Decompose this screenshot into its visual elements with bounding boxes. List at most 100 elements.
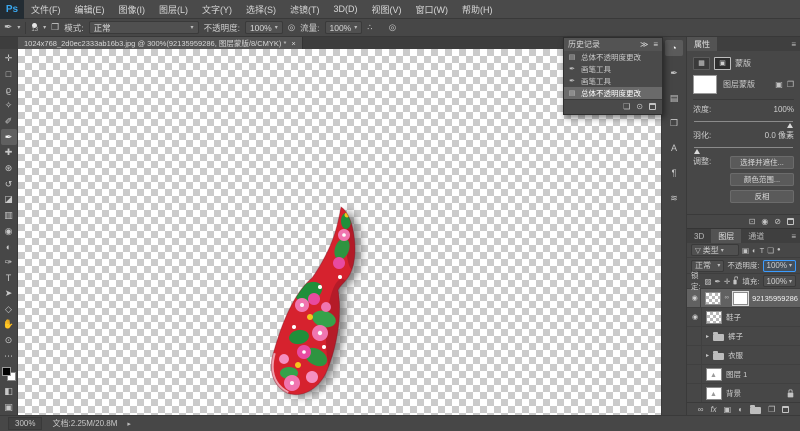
quick-mask-button[interactable]: ◧ <box>1 384 17 400</box>
new-layer-icon[interactable]: ❐ <box>768 405 775 414</box>
layer-row[interactable]: ◉ 鞋子 <box>687 308 800 327</box>
lock-transparent-pixels-icon[interactable]: ▨ <box>704 277 711 286</box>
new-snapshot-icon[interactable]: ⊙ <box>636 102 643 111</box>
layer-thumbnail[interactable] <box>705 292 720 305</box>
brush-settings-panel-icon[interactable]: ✒ <box>665 65 683 81</box>
feather-slider[interactable] <box>694 147 793 148</box>
tab-channels[interactable]: 通道 <box>741 229 771 243</box>
menu-select[interactable]: 选择(S) <box>239 3 283 16</box>
gradient-tool[interactable]: ▥ <box>1 208 17 224</box>
tab-properties[interactable]: 属性 <box>687 37 717 51</box>
brush-picker-dropdown-icon[interactable]: ▾ <box>43 24 46 31</box>
history-state[interactable]: ✒ 画笔工具 <box>564 75 662 87</box>
adjustment-layer-icon[interactable]: ◐ <box>738 405 743 414</box>
tab-3d[interactable]: 3D <box>687 229 711 243</box>
blend-mode-select[interactable]: 正常 ▾ <box>89 21 199 34</box>
menu-edit[interactable]: 编辑(E) <box>68 3 112 16</box>
panel-menu-icon[interactable]: ≡ <box>787 229 800 243</box>
caret-right-icon[interactable]: ▸ <box>706 333 709 340</box>
menu-filter[interactable]: 滤镜(T) <box>283 3 327 16</box>
group-name[interactable]: 衣服 <box>728 350 743 361</box>
tool-preset-dropdown-icon[interactable]: ▾ <box>17 24 20 31</box>
visibility-eye-empty[interactable] <box>689 327 702 346</box>
mask-link-icon[interactable]: ∞ <box>725 295 729 301</box>
layer-mask-thumbnail[interactable] <box>733 292 748 305</box>
brush-presets-panel-icon[interactable]: ▤ <box>665 90 683 106</box>
clone-stamp-tool[interactable]: ⊛ <box>1 161 17 177</box>
hand-tool[interactable]: ✋ <box>1 317 17 333</box>
layer-thumbnail[interactable] <box>706 311 722 324</box>
menu-layer[interactable]: 图层(L) <box>152 3 195 16</box>
add-vector-mask-icon[interactable]: ❐ <box>787 80 794 89</box>
timeline-panel-icon[interactable]: ≋ <box>665 190 683 206</box>
invert-button[interactable]: 反相 <box>730 190 794 203</box>
panel-menu-icon[interactable]: ≡ <box>787 37 800 51</box>
visibility-eye-empty[interactable] <box>689 384 702 403</box>
density-slider-handle[interactable] <box>787 123 793 128</box>
zoom-tool[interactable]: ⊙ <box>1 333 17 349</box>
layer-thumbnail[interactable]: ▲ <box>706 387 722 400</box>
history-panel-icon[interactable]: ◔ <box>665 40 683 56</box>
filter-pixel-layers-icon[interactable]: ▣ <box>742 246 749 255</box>
delete-mask-icon[interactable] <box>787 218 794 225</box>
disable-mask-icon[interactable]: ⊘ <box>774 217 781 226</box>
link-layers-icon[interactable]: ∞ <box>698 405 704 414</box>
apply-mask-icon[interactable]: ◉ <box>761 217 768 226</box>
layer-name[interactable]: 鞋子 <box>726 312 741 323</box>
visibility-eye-empty[interactable] <box>689 346 702 365</box>
color-range-button[interactable]: 颜色范围... <box>730 173 794 186</box>
new-group-icon[interactable] <box>750 407 761 414</box>
history-brush-tool[interactable]: ↺ <box>1 176 17 192</box>
layer-thumbnail[interactable]: ▲ <box>706 368 722 381</box>
lock-all-icon[interactable] <box>734 280 737 285</box>
document-tab[interactable]: 1024x768_2d0ec2333ab16b3.jpg @ 300%(9213… <box>18 37 303 49</box>
eraser-tool[interactable]: ◪ <box>1 192 17 208</box>
clone-source-panel-icon[interactable]: ❐ <box>665 115 683 131</box>
brush-preset-picker[interactable]: 13 <box>31 23 38 33</box>
feather-value[interactable]: 0.0 像素 <box>765 130 794 141</box>
group-row[interactable]: ▸ 裤子 <box>687 327 800 346</box>
add-pixel-mask-icon[interactable]: ▣ <box>775 80 783 89</box>
pen-tool[interactable]: ✑ <box>1 255 17 271</box>
menu-file[interactable]: 文件(F) <box>24 3 68 16</box>
density-slider[interactable] <box>694 121 793 122</box>
move-tool[interactable]: ✛ <box>1 51 17 67</box>
tab-layers[interactable]: 图层 <box>711 229 741 243</box>
marquee-tool[interactable]: □ <box>1 67 17 83</box>
quick-selection-tool[interactable]: ✧ <box>1 98 17 114</box>
menu-help[interactable]: 帮助(H) <box>455 3 500 16</box>
shape-tool[interactable]: ◇ <box>1 302 17 318</box>
visibility-eye-empty[interactable] <box>689 365 702 384</box>
type-tool[interactable]: T <box>1 270 17 286</box>
lasso-tool[interactable]: ϱ <box>1 82 17 98</box>
background-layer-row[interactable]: ▲ 背景 <box>687 384 800 403</box>
group-name[interactable]: 裤子 <box>728 331 743 342</box>
menu-3d[interactable]: 3D(D) <box>327 4 365 14</box>
color-swatches[interactable] <box>2 367 16 381</box>
path-selection-tool[interactable]: ➤ <box>1 286 17 302</box>
layer-filter-select[interactable]: ▽ 类型 ▾ <box>691 244 739 256</box>
zoom-level-field[interactable]: 300% <box>8 417 42 430</box>
layer-row-selected[interactable]: ◉ ∞ 92135959286 <box>687 289 800 308</box>
panel-menu-icon[interactable]: ≡ <box>653 40 658 49</box>
delete-layer-icon[interactable] <box>782 406 789 413</box>
menu-view[interactable]: 视图(V) <box>365 3 409 16</box>
add-layer-mask-icon[interactable]: ▣ <box>724 405 732 414</box>
filter-adjustment-layers-icon[interactable]: ◐ <box>752 246 757 255</box>
menu-image[interactable]: 图像(I) <box>112 3 153 16</box>
history-state[interactable]: ✒ 画笔工具 <box>564 63 662 75</box>
new-document-from-state-icon[interactable]: ❏ <box>623 102 630 111</box>
healing-brush-tool[interactable]: ✚ <box>1 145 17 161</box>
mask-properties-icon[interactable]: ▣ <box>714 57 731 70</box>
layer-name[interactable]: 92135959286 <box>752 294 798 303</box>
blur-tool[interactable]: ◉ <box>1 223 17 239</box>
character-panel-icon[interactable]: A <box>665 140 683 156</box>
fill-field[interactable]: 100% ▾ <box>763 275 796 287</box>
visibility-eye-icon[interactable]: ◉ <box>689 289 701 308</box>
history-state[interactable]: ▤ 总体不透明度更改 <box>564 51 662 63</box>
filter-type-layers-icon[interactable]: T <box>760 246 765 255</box>
layer-row[interactable]: ▲ 图层 1 <box>687 365 800 384</box>
caret-right-icon[interactable]: ▸ <box>706 352 709 359</box>
pressure-opacity-icon[interactable]: ◎ <box>288 22 295 33</box>
menu-window[interactable]: 窗口(W) <box>409 3 456 16</box>
